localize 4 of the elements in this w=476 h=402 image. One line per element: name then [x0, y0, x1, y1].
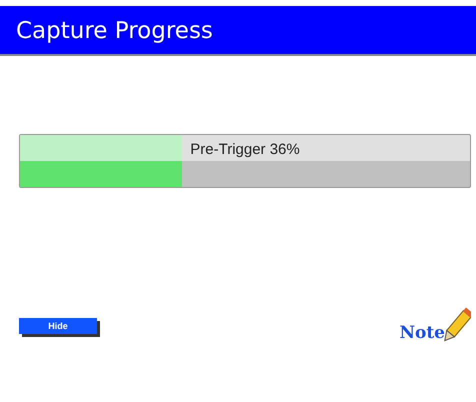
window-title: Capture Progress [0, 6, 476, 56]
progress-label: Pre-Trigger 36% [189, 141, 301, 158]
hide-button[interactable]: Hide [19, 318, 97, 334]
note-label[interactable]: Note [399, 323, 445, 343]
